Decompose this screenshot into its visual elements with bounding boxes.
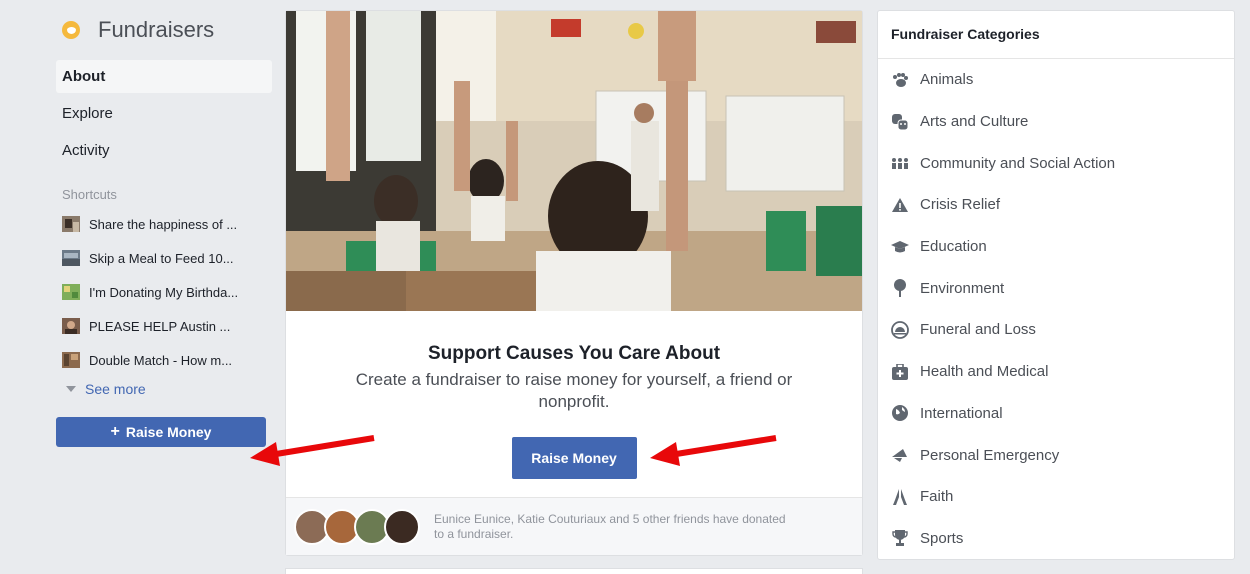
shortcut-item[interactable]: Double Match - How m...	[56, 343, 272, 377]
tree-icon	[890, 278, 910, 298]
category-label: Funeral and Loss	[920, 321, 1036, 339]
friends-donated-bar[interactable]: Eunice Eunice, Katie Couturiaux and 5 ot…	[286, 497, 862, 555]
promo-card: Support Causes You Care About Create a f…	[285, 10, 863, 556]
category-arts-and-culture[interactable]: Arts and Culture	[878, 101, 1234, 143]
shortcut-label: Skip a Meal to Feed 10...	[89, 250, 234, 266]
next-card-edge	[285, 568, 863, 574]
category-label: Environment	[920, 279, 1005, 297]
sunset-icon	[890, 320, 910, 340]
shortcut-label: PLEASE HELP Austin ...	[89, 318, 231, 334]
shortcut-label: I'm Donating My Birthda...	[89, 284, 239, 300]
category-environment[interactable]: Environment	[878, 267, 1234, 309]
fundraisers-heart-icon	[62, 21, 80, 39]
masks-icon	[890, 112, 910, 132]
category-crisis-relief[interactable]: Crisis Relief	[878, 184, 1234, 226]
category-label: Arts and Culture	[920, 113, 1029, 131]
category-animals[interactable]: Animals	[878, 59, 1234, 101]
categories-title: Fundraiser Categories	[878, 11, 1234, 59]
category-international[interactable]: International	[878, 393, 1234, 435]
caret-down-icon	[66, 386, 76, 392]
people-icon	[890, 153, 910, 173]
promo-subtitle: Create a fundraiser to raise money for y…	[355, 370, 793, 411]
category-label: Crisis Relief	[920, 196, 1001, 214]
shortcuts-list: Share the happiness of ... Skip a Meal t…	[56, 207, 272, 377]
category-personal-emergency[interactable]: Personal Emergency	[878, 434, 1234, 476]
category-label: Faith	[920, 488, 954, 506]
categories-list: Animals Arts and Culture Community and S…	[878, 59, 1234, 559]
annotation-arrow-right	[650, 435, 777, 466]
nav-item-about[interactable]: About	[56, 60, 272, 93]
see-more-link[interactable]: See more	[56, 377, 272, 401]
category-label: Health and Medical	[920, 363, 1049, 381]
see-more-label: See more	[85, 381, 146, 397]
megaphone-icon	[890, 445, 910, 465]
category-education[interactable]: Education	[878, 226, 1234, 268]
shortcut-thumbnail	[62, 250, 80, 266]
friend-avatars	[294, 508, 420, 545]
praying-hands-icon	[890, 487, 910, 507]
category-label: Community and Social Action	[920, 154, 1116, 172]
warning-icon	[890, 195, 910, 215]
annotation-arrow-left	[250, 435, 375, 466]
shortcut-thumbnail	[62, 284, 80, 300]
shortcut-thumbnail	[62, 216, 80, 232]
categories-panel: Fundraiser Categories Animals Arts and C…	[877, 10, 1235, 560]
category-label: Education	[920, 238, 987, 256]
category-sports[interactable]: Sports	[878, 518, 1234, 560]
paw-icon	[890, 70, 910, 90]
category-label: Animals	[920, 71, 974, 89]
shortcut-item[interactable]: PLEASE HELP Austin ...	[56, 309, 272, 343]
trophy-icon	[890, 528, 910, 548]
left-sidebar: Fundraisers About Explore Activity Short…	[56, 10, 272, 447]
category-funeral-and-loss[interactable]: Funeral and Loss	[878, 309, 1234, 351]
shortcut-label: Share the happiness of ...	[89, 216, 238, 232]
category-faith[interactable]: Faith	[878, 476, 1234, 518]
shortcut-thumbnail	[62, 318, 80, 334]
graduation-cap-icon	[890, 237, 910, 257]
avatar	[384, 508, 420, 545]
shortcut-label: Double Match - How m...	[89, 352, 233, 368]
sidebar-raise-money-button[interactable]: + Raise Money	[56, 417, 266, 447]
promo-title: Support Causes You Care About	[427, 343, 721, 364]
raise-money-label: Raise Money	[125, 424, 212, 440]
shortcut-thumbnail	[62, 352, 80, 368]
friends-donated-text: Eunice Eunice, Katie Couturiaux and 5 ot…	[434, 511, 786, 541]
nav-item-explore[interactable]: Explore	[56, 97, 272, 130]
category-label: Personal Emergency	[920, 446, 1060, 464]
classroom-hero-image	[286, 11, 862, 311]
shortcut-item[interactable]: I'm Donating My Birthda...	[56, 275, 272, 309]
shortcuts-heading: Shortcuts	[62, 187, 117, 202]
plus-icon: +	[110, 423, 120, 440]
shortcut-item[interactable]: Skip a Meal to Feed 10...	[56, 241, 272, 275]
globe-icon	[890, 403, 910, 423]
medical-kit-icon	[890, 362, 910, 382]
category-community-and-social-action[interactable]: Community and Social Action	[878, 142, 1234, 184]
shortcut-item[interactable]: Share the happiness of ...	[56, 207, 272, 241]
category-label: International	[920, 404, 1003, 422]
raise-money-button[interactable]: Raise Money	[511, 437, 637, 479]
sidebar-nav: About Explore Activity	[56, 60, 272, 167]
nav-item-activity[interactable]: Activity	[56, 134, 272, 167]
sidebar-header: Fundraisers	[56, 10, 272, 50]
category-label: Sports	[920, 529, 964, 547]
category-health-and-medical[interactable]: Health and Medical	[878, 351, 1234, 393]
sidebar-title: Fundraisers	[98, 17, 215, 42]
